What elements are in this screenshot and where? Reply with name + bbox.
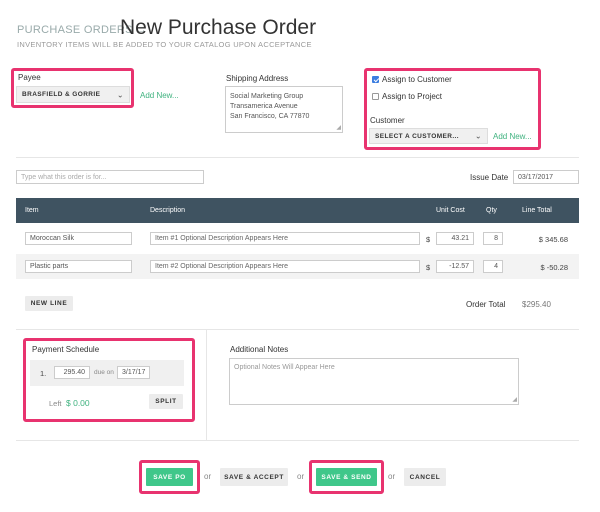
currency-symbol: $ xyxy=(426,235,431,244)
issue-date-input[interactable]: 03/17/2017 xyxy=(513,170,579,184)
or-separator: or xyxy=(204,472,212,481)
save-send-button[interactable]: SAVE & SEND xyxy=(316,468,377,486)
item-name-input[interactable]: Plastic parts xyxy=(25,260,132,273)
assign-customer-label: Assign to Customer xyxy=(382,75,452,84)
assign-customer-checkbox[interactable] xyxy=(372,76,379,83)
issue-date-label: Issue Date xyxy=(470,173,509,182)
divider xyxy=(16,157,579,158)
order-total-label: Order Total xyxy=(466,300,506,309)
left-value: $ 0.00 xyxy=(66,398,90,408)
divider xyxy=(206,330,207,440)
divider xyxy=(16,440,579,441)
payee-select[interactable]: BRASFIELD & GORRIE ⌄ xyxy=(16,86,130,103)
shipping-address-label: Shipping Address xyxy=(226,74,289,83)
resize-handle-icon[interactable]: ◢ xyxy=(512,396,517,403)
item-description-input[interactable]: Item #2 Optional Description Appears Her… xyxy=(150,260,420,273)
customer-field-label: Customer xyxy=(370,116,405,125)
payment-date-input[interactable]: 3/17/17 xyxy=(117,366,150,379)
qty-input[interactable]: 4 xyxy=(483,260,503,273)
payment-amount-input[interactable]: 295.40 xyxy=(54,366,90,379)
assign-project-label: Assign to Project xyxy=(382,92,443,101)
order-total-value: $295.40 xyxy=(522,300,551,309)
item-description-input[interactable]: Item #1 Optional Description Appears Her… xyxy=(150,232,420,245)
currency-symbol: $ xyxy=(426,263,431,272)
unit-cost-input[interactable]: 43.21 xyxy=(436,232,474,245)
save-accept-button[interactable]: SAVE & ACCEPT xyxy=(220,468,288,486)
unit-cost-input[interactable]: -12.57 xyxy=(436,260,474,273)
customer-select-value: SELECT A CUSTOMER... xyxy=(375,132,459,140)
column-header-description: Description xyxy=(150,207,186,214)
save-po-button[interactable]: SAVE PO xyxy=(146,468,193,486)
chevron-down-icon: ⌄ xyxy=(474,131,482,141)
assign-project-checkbox[interactable] xyxy=(372,93,379,100)
column-header-unit-cost: Unit Cost xyxy=(436,207,465,214)
resize-handle-icon[interactable]: ◢ xyxy=(336,124,341,131)
payment-row: 1. 295.40 due on 3/17/17 xyxy=(30,360,184,386)
line-total-value: $ -50.28 xyxy=(540,263,568,272)
split-button[interactable]: SPLIT xyxy=(149,394,183,409)
line-items-table-header: Item Description Unit Cost Qty Line Tota… xyxy=(16,198,579,223)
new-line-button[interactable]: NEW LINE xyxy=(25,296,73,311)
shipping-address-field[interactable]: Social Marketing Group Transamerica Aven… xyxy=(225,86,343,133)
notes-placeholder: Optional Notes Will Appear Here xyxy=(234,364,335,371)
column-header-line-total: Line Total xyxy=(522,207,552,214)
due-on-label: due on xyxy=(94,369,114,376)
page-subtitle: INVENTORY ITEMS WILL BE ADDED TO YOUR CA… xyxy=(17,40,312,49)
left-label: Left xyxy=(49,399,62,408)
table-row: Moroccan Silk Item #1 Optional Descripti… xyxy=(16,226,579,251)
column-header-item: Item xyxy=(25,207,39,214)
qty-input[interactable]: 8 xyxy=(483,232,503,245)
order-purpose-input[interactable]: Type what this order is for... xyxy=(16,170,204,184)
additional-notes-field[interactable]: Optional Notes Will Appear Here ◢ xyxy=(229,358,519,405)
breadcrumb-purchase-orders[interactable]: PURCHASE ORDERS xyxy=(17,24,133,36)
column-header-qty: Qty xyxy=(486,207,497,214)
payment-schedule-label: Payment Schedule xyxy=(32,345,100,354)
divider xyxy=(16,329,579,330)
payee-add-new-link[interactable]: Add New... xyxy=(140,91,179,100)
payee-select-value: BRASFIELD & GORRIE xyxy=(22,91,101,98)
cancel-button[interactable]: CANCEL xyxy=(404,468,446,486)
table-row: Plastic parts Item #2 Optional Descripti… xyxy=(16,254,579,279)
line-total-value: $ 345.68 xyxy=(538,235,568,244)
shipping-address-line: Transamerica Avenue xyxy=(230,103,298,110)
or-separator: or xyxy=(297,472,305,481)
page-title: New Purchase Order xyxy=(120,16,317,39)
customer-add-new-link[interactable]: Add New... xyxy=(493,132,532,141)
payee-label: Payee xyxy=(18,73,41,82)
chevron-down-icon: ⌄ xyxy=(116,90,124,99)
customer-select[interactable]: SELECT A CUSTOMER... ⌄ xyxy=(369,128,488,144)
item-name-input[interactable]: Moroccan Silk xyxy=(25,232,132,245)
additional-notes-label: Additional Notes xyxy=(230,345,289,354)
payment-index: 1. xyxy=(40,369,47,378)
shipping-address-line: San Francisco, CA 77870 xyxy=(230,113,310,120)
shipping-address-line: Social Marketing Group xyxy=(230,93,304,100)
or-separator: or xyxy=(388,472,396,481)
